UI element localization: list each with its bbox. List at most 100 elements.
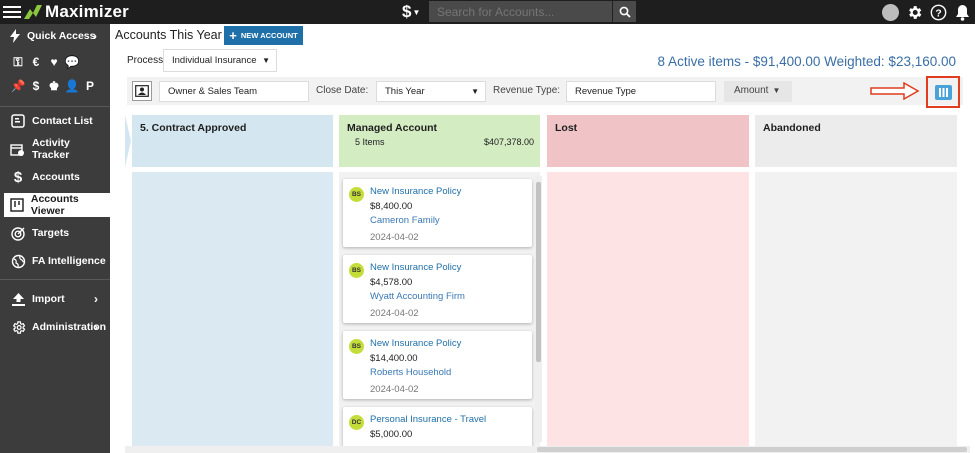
quick-key-icon[interactable]: ⚿ <box>9 53 27 71</box>
page-title: Accounts This Year <box>115 28 222 42</box>
opportunity-card[interactable]: BS New Insurance Policy $8,400.00 Camero… <box>343 179 532 247</box>
sidebar-item-administration[interactable]: Administration › <box>4 315 110 339</box>
sidebar-item-label: Import <box>32 293 65 305</box>
quick-user-icon[interactable]: ♚ <box>45 77 63 95</box>
revenue-type-input[interactable] <box>566 81 716 102</box>
quick-dollar-icon[interactable]: $ <box>27 77 45 95</box>
settings-button[interactable] <box>905 3 923 21</box>
contact-card-icon <box>135 85 149 97</box>
columns-icon <box>939 88 948 97</box>
card-amount: $5,000.00 <box>370 429 413 440</box>
card-date: 2024-04-02 <box>370 232 419 243</box>
sidebar-item-label: Activity Tracker <box>31 137 70 161</box>
column-title: 5. Contract Approved <box>140 122 247 134</box>
sidebar-item-import[interactable]: Import › <box>4 287 110 311</box>
main-content: Accounts This Year + NEW ACCOUNT Process:… <box>110 24 975 453</box>
help-button[interactable]: ? <box>929 3 947 21</box>
opportunity-card[interactable]: BS New Insurance Policy $14,400.00 Rober… <box>343 331 532 399</box>
currency-menu-button[interactable]: $ ▼ <box>402 2 424 22</box>
opportunity-card[interactable]: BS New Insurance Policy $4,578.00 Wyatt … <box>343 255 532 323</box>
bell-icon <box>955 4 969 21</box>
brand-logo[interactable]: Maximizer <box>24 2 129 22</box>
new-account-button[interactable]: + NEW ACCOUNT <box>224 26 303 45</box>
scrollbar-thumb[interactable] <box>536 182 541 362</box>
target-icon <box>9 224 27 242</box>
column-view-toggle[interactable] <box>935 85 952 100</box>
column-body-abandoned <box>755 172 957 453</box>
contact-card-button[interactable] <box>132 81 152 101</box>
column-header-abandoned[interactable]: Abandoned <box>755 115 957 167</box>
gear-icon <box>908 5 921 19</box>
card-title-link[interactable]: New Insurance Policy <box>370 262 461 273</box>
column-body-lost <box>547 172 749 453</box>
revenue-type-label: Revenue Type: <box>493 85 561 96</box>
chevron-right-icon: › <box>94 292 98 306</box>
quick-access-label: Quick Access <box>27 30 96 42</box>
sidebar-item-fa-intelligence[interactable]: FA Intelligence <box>4 249 110 273</box>
sidebar-divider <box>0 106 110 107</box>
amount-sort-select[interactable]: Amount ▼ <box>724 81 792 102</box>
team-filter-input[interactable] <box>159 81 309 102</box>
card-title-link[interactable]: New Insurance Policy <box>370 338 461 349</box>
card-title-link[interactable]: Personal Insurance - Travel <box>370 414 486 425</box>
quick-euro-icon[interactable]: € <box>27 53 45 71</box>
caret-down-icon: ▼ <box>262 56 270 65</box>
user-avatar[interactable] <box>881 3 899 21</box>
new-account-label: NEW ACCOUNT <box>240 31 298 40</box>
sidebar-divider <box>0 279 110 280</box>
filter-bar: Close Date: This Year ▼ Revenue Type: Am… <box>127 76 963 108</box>
card-company-link[interactable]: Wyatt Accounting Firm <box>370 291 465 302</box>
caret-down-icon: ▼ <box>471 87 479 96</box>
plus-icon: + <box>229 28 237 43</box>
search-icon <box>619 6 631 18</box>
caret-down-icon: ▼ <box>772 86 781 95</box>
search-input[interactable] <box>429 1 612 22</box>
card-title-link[interactable]: New Insurance Policy <box>370 186 461 197</box>
quick-p-badge-icon[interactable]: P <box>81 77 99 95</box>
column-total: $407,378.00 <box>483 137 534 147</box>
quick-pin-icon[interactable]: 📌 <box>9 77 27 95</box>
globe-icon <box>9 252 27 270</box>
sidebar-item-accounts-viewer[interactable]: Accounts Viewer <box>4 193 110 217</box>
notifications-button[interactable] <box>953 3 971 21</box>
owner-initials-badge: BS <box>349 187 364 202</box>
menu-icon[interactable] <box>3 4 21 20</box>
quick-person-icon[interactable]: 👤 <box>63 77 81 95</box>
quick-access-toggle[interactable]: Quick Access › <box>0 24 110 48</box>
horizontal-scrollbar[interactable] <box>125 446 970 453</box>
scrollbar-thumb[interactable] <box>537 447 967 452</box>
owner-initials-badge: BS <box>349 339 364 354</box>
sidebar-item-label: Accounts Viewer <box>30 193 79 217</box>
close-date-select[interactable]: This Year ▼ <box>376 81 486 102</box>
column-title: Lost <box>555 122 578 134</box>
close-date-value: This Year <box>385 86 425 97</box>
vertical-scrollbar[interactable] <box>535 176 542 442</box>
quick-access-icons: ⚿ € ♥ 💬 📌 $ ♚ 👤 P <box>9 53 99 95</box>
column-header-managed-account[interactable]: Managed Account 5 Items $407,378.00 <box>339 115 540 167</box>
chevron-right-icon: › <box>93 29 97 43</box>
sidebar-item-label: Contact List <box>32 115 93 127</box>
sidebar-item-accounts[interactable]: $ Accounts <box>4 165 110 189</box>
column-title: Managed Account <box>347 122 438 134</box>
card-date: 2024-04-02 <box>370 384 419 395</box>
card-amount: $4,578.00 <box>370 277 413 288</box>
sidebar-item-targets[interactable]: Targets <box>4 221 110 245</box>
quick-chat-icon[interactable]: 💬 <box>63 53 81 71</box>
column-header-contract-approved[interactable]: 5. Contract Approved <box>132 115 333 167</box>
caret-down-icon: ▼ <box>412 7 421 17</box>
chevron-right-icon: › <box>94 320 98 334</box>
column-header-lost[interactable]: Lost <box>547 115 749 167</box>
card-company-link[interactable]: Cameron Family <box>370 215 440 226</box>
avatar-icon <box>881 3 899 21</box>
sidebar-item-contact-list[interactable]: Contact List <box>4 109 110 133</box>
sidebar-item-activity-tracker[interactable]: Activity Tracker <box>4 137 110 161</box>
highlight-arrow-icon <box>870 82 920 100</box>
dollar-icon: $ <box>13 168 23 186</box>
search-button[interactable] <box>612 1 636 22</box>
card-date: 2024-04-02 <box>370 308 419 319</box>
sidebar-item-label: FA Intelligence <box>32 255 106 267</box>
quick-heart-icon[interactable]: ♥ <box>45 53 63 71</box>
owner-initials-badge: BS <box>349 263 364 278</box>
process-select[interactable]: Individual Insurance ▼ <box>163 49 277 72</box>
card-company-link[interactable]: Roberts Household <box>370 367 451 378</box>
